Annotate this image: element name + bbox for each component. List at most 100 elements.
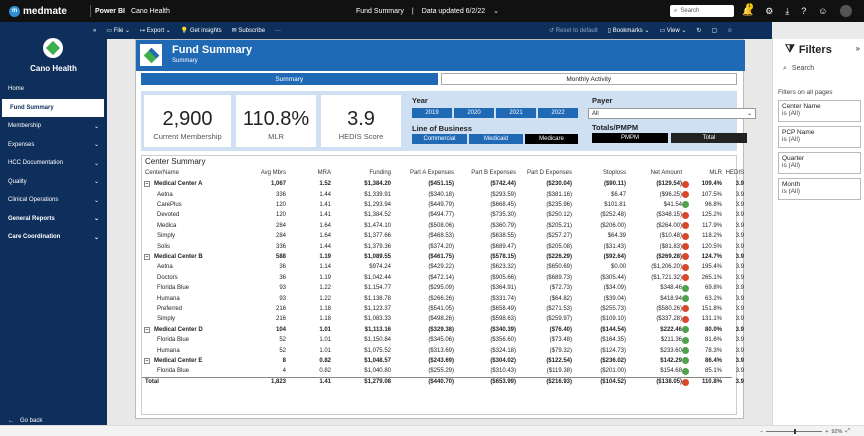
column-header-center-name[interactable]: CenterName <box>145 170 179 176</box>
collapse-nav-icon[interactable]: « <box>93 28 96 34</box>
zoom-out-icon[interactable]: − <box>760 429 763 435</box>
collapse-row-icon[interactable]: − <box>144 326 150 333</box>
table-row[interactable]: Medica 284 1.64 $1,474.10 ($508.06) ($360.79)… <box>142 221 744 231</box>
table-group-row[interactable]: − Medical Center D 104 1.01 $1,113.16 ($329.3… <box>142 325 744 335</box>
chevron-down-icon[interactable]: ⌄ <box>493 7 499 15</box>
table-row[interactable]: Solis 336 1.44 $1,379.36 ($374.20) ($689.47) (… <box>142 241 744 251</box>
cell-stoploss: ($31.43) <box>603 243 626 250</box>
table-row[interactable]: Devoted 120 1.41 $1,384.52 ($494.77) ($735.30… <box>142 210 744 220</box>
sidebar-item-general-reports[interactable]: General Reports ⌄ <box>0 210 107 229</box>
favorite-icon[interactable]: ☆ <box>727 27 732 34</box>
zoom-control[interactable]: − + 92% ⤢ <box>760 428 850 435</box>
help-icon[interactable]: ? <box>801 6 806 16</box>
sidebar-item-fund-summary[interactable]: Fund Summary <box>0 98 104 117</box>
table-group-row[interactable]: − Medical Center B 588 1.19 $1,089.55 ($461.7… <box>142 252 744 262</box>
cell-part-a-expenses: ($340.18) <box>428 191 454 198</box>
lob-button-commercial[interactable]: Commercial <box>412 134 467 144</box>
feedback-icon[interactable]: ☺ <box>818 6 827 16</box>
data-updated-label[interactable]: Data updated 6/2/22 <box>422 8 485 15</box>
tab-summary[interactable]: Summary <box>141 73 438 85</box>
global-search-input[interactable]: ⌕ Search <box>670 5 734 17</box>
table-row[interactable]: Humana 52 1.01 $1,075.52 ($313.69) ($324.18) (… <box>142 345 744 355</box>
collapse-filters-icon[interactable]: » <box>856 44 860 53</box>
zoom-slider[interactable] <box>766 429 823 434</box>
sidebar-item-home[interactable]: Home <box>0 80 107 99</box>
table-row[interactable]: Florida Blue 4 0.82 $1,040.80 ($255.29) ($310… <box>142 366 744 376</box>
cell-mra: 1.14 <box>319 264 331 271</box>
table-row[interactable]: Simply 216 1.18 $1,083.33 ($498.26) ($598.63)… <box>142 314 744 324</box>
column-header-mlr[interactable]: MLR <box>709 170 722 176</box>
reset-to-default-button[interactable]: ↺ Reset to default <box>549 27 598 34</box>
export-menu[interactable]: ↦ Export ⌄ <box>140 27 171 34</box>
cell-center-name: Aetna <box>157 191 173 198</box>
avatar[interactable] <box>839 5 852 17</box>
sidebar-item-expenses[interactable]: Expenses ⌄ <box>0 136 107 155</box>
column-header-mra[interactable]: MRA <box>318 170 331 176</box>
more-options-icon[interactable]: ··· <box>275 28 281 34</box>
comment-icon[interactable]: ▢ <box>711 27 717 34</box>
filter-card-month[interactable]: Month is (All) <box>778 178 861 200</box>
table-row[interactable]: Aetna 36 1.14 $974.24 ($429.22) ($623.32) ($65… <box>142 262 744 272</box>
collapse-row-icon[interactable]: − <box>144 253 150 260</box>
zoom-in-icon[interactable]: + <box>825 429 828 435</box>
filter-card-center-name[interactable]: Center Name is (All) <box>778 100 861 122</box>
product-name[interactable]: Power BI <box>95 8 125 15</box>
gear-icon[interactable]: ⚙ <box>765 6 773 17</box>
cell-part-d-expenses: ($72.73) <box>549 285 572 292</box>
year-button-2019[interactable]: 2019 <box>412 108 452 118</box>
column-header-avg-mbrs[interactable]: Avg Mbrs <box>261 170 286 176</box>
totals-button-pmpm[interactable]: PMPM <box>592 133 668 143</box>
filter-card-pcp-name[interactable]: PCP Name is (All) <box>778 126 861 148</box>
view-menu[interactable]: ▭ View ⌄ <box>659 27 686 34</box>
sidebar-item-hcc-documentation[interactable]: HCC Documentation ⌄ <box>0 154 107 173</box>
go-back-button[interactable]: ← Go back <box>8 418 42 424</box>
table-row[interactable]: Aetna 336 1.44 $1,339.91 ($340.18) ($293.59) (… <box>142 189 744 199</box>
column-header-part-d-expenses[interactable]: Part D Expenses <box>527 170 572 176</box>
workspace-name[interactable]: Cano Health <box>131 8 170 15</box>
payer-select[interactable]: All ⌄ <box>588 108 756 119</box>
tab-monthly-activity[interactable]: Monthly Activity <box>440 73 737 85</box>
column-header-funding[interactable]: Funding <box>369 170 391 176</box>
collapse-row-icon[interactable]: − <box>144 181 150 187</box>
subscribe-button[interactable]: ✉ Subscribe <box>232 27 265 34</box>
bookmarks-menu[interactable]: ▯ Bookmarks ⌄ <box>608 27 650 34</box>
column-header-stoploss[interactable]: Stoploss <box>603 170 626 176</box>
totals-button-total[interactable]: Total <box>671 133 747 143</box>
filters-search-input[interactable]: ⌕ Search <box>783 65 814 73</box>
fit-page-icon[interactable]: ⤢ <box>845 428 849 435</box>
table-row[interactable]: Florida Blue 52 1.01 $1,150.84 ($345.06) ($35… <box>142 335 744 345</box>
column-header-part-b-expenses[interactable]: Part B Expenses <box>471 170 516 176</box>
column-header-hedis[interactable]: HEDIS <box>726 170 744 176</box>
sidebar-item-membership[interactable]: Membership ⌄ <box>0 117 107 136</box>
table-row[interactable]: Humana 93 1.22 $1,138.78 ($266.26) ($331.74) (… <box>142 293 744 303</box>
column-header-part-a-expenses[interactable]: Part A Expenses <box>410 170 454 176</box>
refresh-icon[interactable]: ↻ <box>696 27 701 34</box>
table-row[interactable]: Simply 284 1.64 $1,377.66 ($468.53) ($638.55)… <box>142 231 744 241</box>
sidebar-item-quality[interactable]: Quality ⌄ <box>0 173 107 192</box>
year-button-2021[interactable]: 2021 <box>496 108 536 118</box>
table-row[interactable]: CarePlus 120 1.41 $1,293.94 ($449.79) ($668.4… <box>142 200 744 210</box>
table-row[interactable]: Preferred 216 1.18 $1,123.37 ($541.05) ($658.… <box>142 304 744 314</box>
lob-button-medicaid[interactable]: Medicaid <box>469 134 523 144</box>
lob-button-medicare[interactable]: Medicare <box>525 134 578 144</box>
cell-mra: 1.41 <box>319 201 331 208</box>
table-group-row[interactable]: − Medical Center E 8 0.82 $1,048.57 ($243.69)… <box>142 356 744 366</box>
cell-avg-mbrs: 216 <box>275 316 286 323</box>
table-group-row[interactable]: − Medical Center A 1,067 1.52 $1,384.20 ($451… <box>142 179 744 189</box>
zoom-slider-handle[interactable] <box>794 429 797 434</box>
sidebar-item-care-coordination[interactable]: Care Coordination ⌄ <box>0 228 107 247</box>
table-row[interactable]: Doctors 36 1.19 $1,042.44 ($472.14) ($905.66)… <box>142 273 744 283</box>
table-total-row[interactable]: Total 1,823 1.41 $1,279.08 ($440.70) ($653.99… <box>142 376 744 387</box>
year-button-2020[interactable]: 2020 <box>454 108 494 118</box>
download-icon[interactable]: ⤓ <box>785 6 789 17</box>
notification-icon[interactable]: 🔔 1 <box>742 2 753 17</box>
file-menu[interactable]: ▭ File ⌄ <box>106 27 130 34</box>
sidebar-item-clinical-operations[interactable]: Clinical Operations ⌄ <box>0 191 107 210</box>
medmate-logo[interactable]: m medmate <box>0 5 86 17</box>
column-header-net-amount[interactable]: Net Amount <box>651 170 682 176</box>
collapse-row-icon[interactable]: − <box>144 357 150 364</box>
filter-card-quarter[interactable]: Quarter is (All) <box>778 152 861 174</box>
get-insights-button[interactable]: 💡 Get insights <box>181 27 222 34</box>
table-row[interactable]: Florida Blue 93 1.22 $1,154.77 ($295.09) ($36… <box>142 283 744 293</box>
cell-part-a-expenses: ($472.14) <box>428 274 454 281</box>
